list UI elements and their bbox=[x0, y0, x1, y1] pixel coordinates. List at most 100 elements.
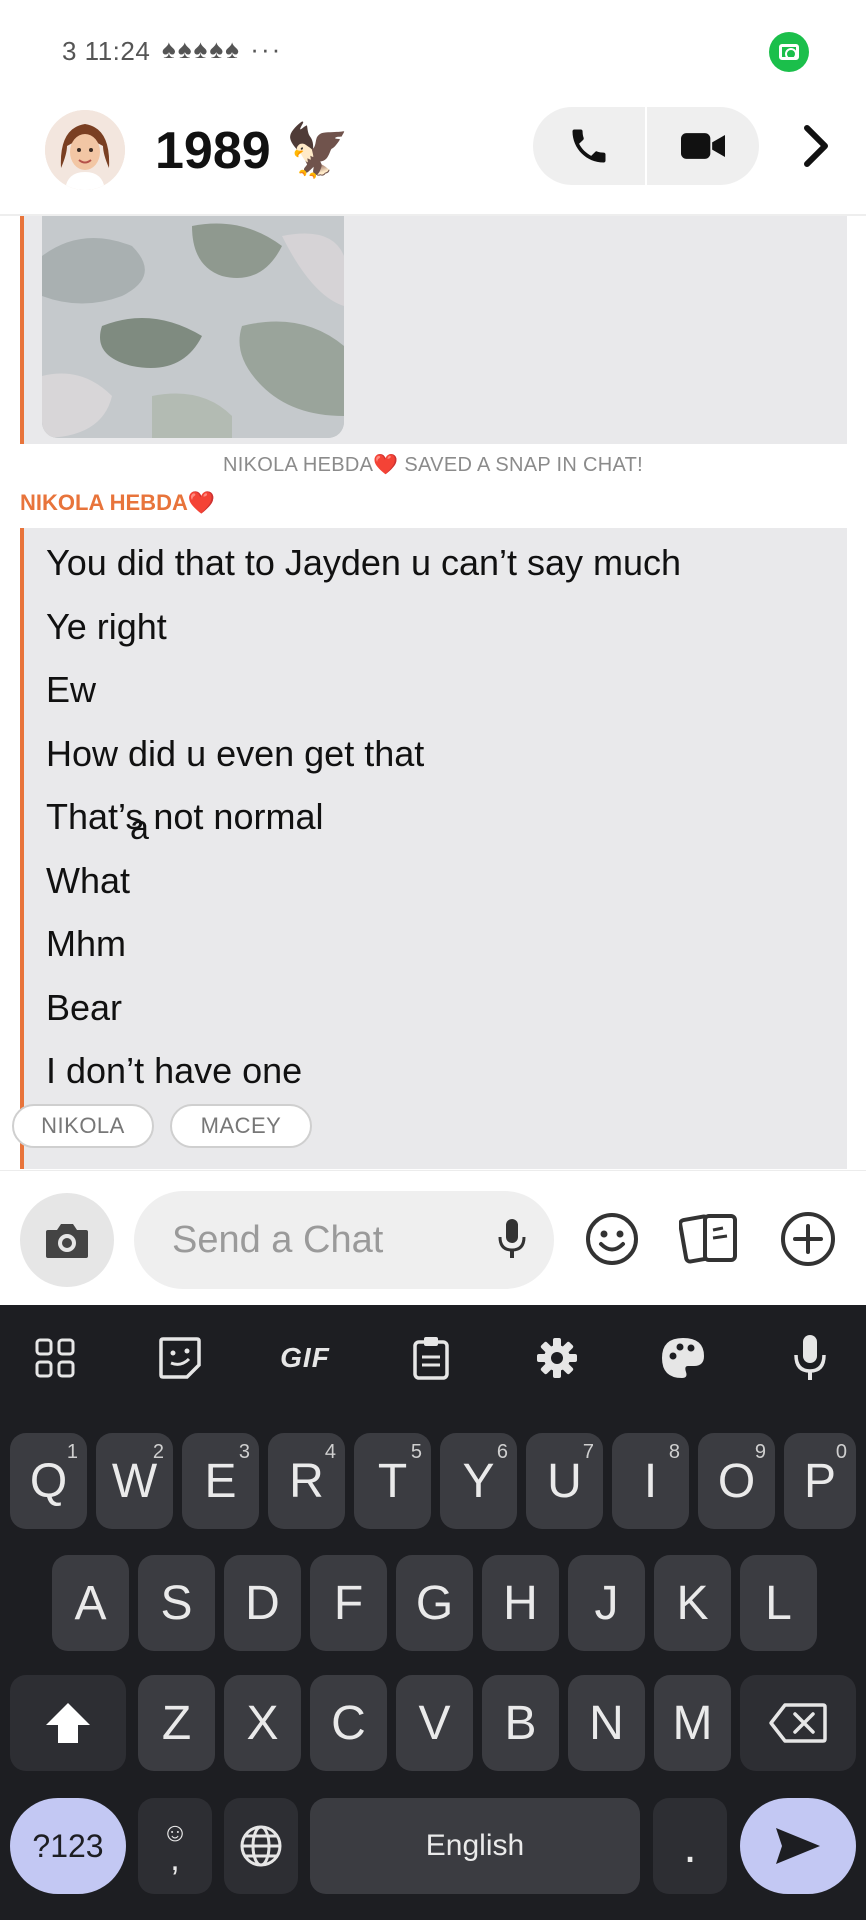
status-bar: 3 11:24 ♠♠♠♠♠ ··· bbox=[0, 0, 866, 100]
key-p[interactable]: P0 bbox=[784, 1433, 856, 1529]
key-n[interactable]: N bbox=[568, 1675, 645, 1771]
key-g[interactable]: G bbox=[396, 1555, 473, 1651]
chevron-right-icon bbox=[804, 125, 828, 167]
emoji-button[interactable] bbox=[574, 1201, 650, 1277]
key-d[interactable]: D bbox=[224, 1555, 301, 1651]
language-key[interactable] bbox=[224, 1798, 298, 1894]
key-c[interactable]: C bbox=[310, 1675, 387, 1771]
gear-icon bbox=[537, 1338, 577, 1378]
open-profile-button[interactable] bbox=[790, 120, 842, 172]
shift-key[interactable] bbox=[10, 1675, 126, 1771]
message-group: You did that to Jayden u can’t say much … bbox=[20, 528, 847, 1169]
video-call-button[interactable] bbox=[647, 107, 759, 185]
key-u[interactable]: U7 bbox=[526, 1433, 603, 1529]
key-r[interactable]: R4 bbox=[268, 1433, 345, 1529]
camo-pattern-image bbox=[42, 216, 344, 438]
key-e[interactable]: E3 bbox=[182, 1433, 259, 1529]
key-z[interactable]: Z bbox=[138, 1675, 215, 1771]
key-t[interactable]: T5 bbox=[354, 1433, 431, 1529]
chat-message[interactable]: Bear bbox=[46, 987, 122, 1029]
add-button[interactable] bbox=[770, 1201, 846, 1277]
key-o[interactable]: O9 bbox=[698, 1433, 775, 1529]
screen-record-icon bbox=[769, 32, 809, 72]
key-q[interactable]: Q1 bbox=[10, 1433, 87, 1529]
key-k[interactable]: K bbox=[654, 1555, 731, 1651]
send-key[interactable] bbox=[740, 1798, 856, 1894]
sticker-icon bbox=[159, 1337, 201, 1379]
chat-header: 1989 🦅 bbox=[0, 100, 866, 215]
smiley-icon bbox=[586, 1213, 638, 1265]
key-y[interactable]: Y6 bbox=[440, 1433, 517, 1529]
key-w[interactable]: W2 bbox=[96, 1433, 173, 1529]
friend-name-text: 1989 bbox=[155, 122, 271, 180]
cards-button[interactable] bbox=[672, 1201, 748, 1277]
grid-icon bbox=[35, 1338, 75, 1378]
chat-input[interactable] bbox=[172, 1218, 472, 1262]
chat-message[interactable]: Mhm bbox=[46, 923, 126, 965]
key-h[interactable]: H bbox=[482, 1555, 559, 1651]
chat-message[interactable]: I don’t have one bbox=[46, 1050, 302, 1092]
viewer-chip-nikola[interactable]: NIKOLA bbox=[12, 1104, 154, 1148]
keyboard: GIF Q1 W2 E3 R4 T5 Y6 U7 I8 O9 P0 A S D … bbox=[0, 1305, 866, 1920]
sticker-button[interactable] bbox=[145, 1323, 215, 1393]
palette-icon bbox=[662, 1338, 704, 1378]
avatar[interactable] bbox=[45, 110, 125, 190]
chat-input-field[interactable] bbox=[134, 1191, 554, 1289]
cards-icon bbox=[679, 1214, 737, 1264]
key-m[interactable]: M bbox=[654, 1675, 731, 1771]
settings-button[interactable] bbox=[522, 1323, 592, 1393]
voice-note-button[interactable] bbox=[486, 1213, 538, 1265]
theme-button[interactable] bbox=[648, 1323, 718, 1393]
saved-snap-message bbox=[20, 216, 847, 444]
partial-message: a bbox=[130, 809, 149, 847]
key-v[interactable]: V bbox=[396, 1675, 473, 1771]
voice-typing-button[interactable] bbox=[775, 1323, 845, 1393]
camera-icon bbox=[46, 1224, 88, 1258]
send-arrow-icon bbox=[776, 1828, 820, 1864]
numbers-key[interactable]: ?123 bbox=[10, 1798, 126, 1894]
call-buttons bbox=[533, 107, 759, 185]
notification-icons: ♠♠♠♠♠ ··· bbox=[162, 34, 283, 64]
viewer-chip-macey[interactable]: MACEY bbox=[170, 1104, 312, 1148]
bitmoji-avatar-icon bbox=[45, 110, 125, 190]
clipboard-button[interactable] bbox=[396, 1323, 466, 1393]
chat-area: NIKOLA HEBDA❤️ SAVED A SNAP IN CHAT! NIK… bbox=[0, 216, 866, 1169]
microphone-icon bbox=[498, 1219, 526, 1258]
key-f[interactable]: F bbox=[310, 1555, 387, 1651]
backspace-key[interactable] bbox=[740, 1675, 856, 1771]
key-j[interactable]: J bbox=[568, 1555, 645, 1651]
gif-button[interactable]: GIF bbox=[270, 1323, 340, 1393]
key-a[interactable]: A bbox=[52, 1555, 129, 1651]
phone-icon bbox=[572, 129, 606, 163]
emoji-comma-key[interactable]: ☺ , bbox=[138, 1798, 212, 1894]
camera-button[interactable] bbox=[20, 1193, 114, 1287]
key-l[interactable]: L bbox=[740, 1555, 817, 1651]
chat-message[interactable]: Ye right bbox=[46, 606, 167, 648]
microphone-icon bbox=[794, 1335, 826, 1380]
backspace-icon bbox=[769, 1703, 827, 1743]
key-b[interactable]: B bbox=[482, 1675, 559, 1771]
space-bar[interactable]: English bbox=[310, 1798, 640, 1894]
period-key[interactable]: . bbox=[653, 1798, 727, 1894]
chat-message[interactable]: What bbox=[46, 860, 130, 902]
key-x[interactable]: X bbox=[224, 1675, 301, 1771]
apps-grid-button[interactable] bbox=[20, 1323, 90, 1393]
friend-name[interactable]: 1989 🦅 bbox=[155, 120, 350, 181]
voice-call-button[interactable] bbox=[533, 107, 645, 185]
chat-message[interactable]: How did u even get that bbox=[46, 733, 424, 775]
eagle-emoji-icon: 🦅 bbox=[285, 122, 350, 180]
chat-message[interactable]: That’s not normal bbox=[46, 796, 323, 838]
globe-icon bbox=[240, 1825, 282, 1867]
chat-message[interactable]: You did that to Jayden u can’t say much bbox=[46, 542, 681, 584]
comma-label: , bbox=[170, 1840, 180, 1878]
saved-snap-notice: NIKOLA HEBDA❤️ SAVED A SNAP IN CHAT! bbox=[223, 454, 643, 476]
snap-thumbnail[interactable] bbox=[42, 216, 344, 438]
clipboard-icon bbox=[413, 1337, 449, 1380]
sender-name: NIKOLA HEBDA❤️ bbox=[20, 490, 216, 515]
chat-input-bar bbox=[0, 1170, 866, 1305]
key-i[interactable]: I8 bbox=[612, 1433, 689, 1529]
key-s[interactable]: S bbox=[138, 1555, 215, 1651]
chat-message[interactable]: Ew bbox=[46, 669, 96, 711]
shift-arrow-icon bbox=[46, 1703, 90, 1743]
video-camera-icon bbox=[681, 133, 726, 159]
